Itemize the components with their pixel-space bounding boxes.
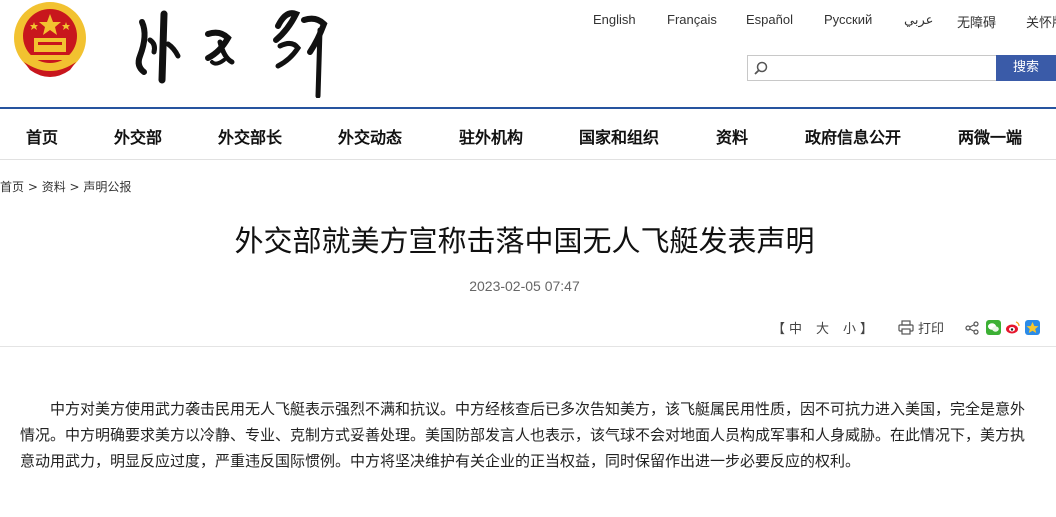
search-button[interactable]: 搜索 bbox=[996, 55, 1056, 81]
accessibility-link[interactable]: 无障碍 bbox=[957, 12, 996, 31]
nav-item-minister[interactable]: 外交部长 bbox=[218, 124, 282, 148]
nav-item-activities[interactable]: 外交动态 bbox=[338, 124, 402, 148]
nav-item-gov-info[interactable]: 政府信息公开 bbox=[805, 124, 901, 148]
nav-item-countries[interactable]: 国家和组织 bbox=[579, 124, 659, 148]
breadcrumb-separator: > bbox=[24, 180, 42, 194]
nav-item-resources[interactable]: 资料 bbox=[716, 124, 748, 148]
breadcrumb-resources[interactable]: 资料 bbox=[42, 180, 66, 194]
article-title: 外交部就美方宣称击落中国无人飞艇发表声明 bbox=[234, 224, 815, 258]
header-divider bbox=[0, 107, 1056, 109]
breadcrumb: 首页 > 资料 > 声明公报 bbox=[0, 178, 131, 195]
print-button[interactable]: 打印 bbox=[918, 318, 944, 337]
breadcrumb-home[interactable]: 首页 bbox=[0, 180, 24, 194]
nav-item-ministry[interactable]: 外交部 bbox=[114, 124, 162, 148]
font-size-medium-button[interactable]: 中 bbox=[789, 318, 802, 337]
search-input[interactable] bbox=[772, 59, 986, 79]
content-divider bbox=[0, 346, 1056, 347]
nav-item-home[interactable]: 首页 bbox=[26, 124, 58, 148]
weibo-icon[interactable] bbox=[1005, 320, 1020, 335]
search-box bbox=[747, 55, 997, 81]
font-size-bracket-close: 】 bbox=[860, 322, 874, 337]
lang-arabic-link[interactable]: عربي bbox=[904, 12, 933, 28]
language-bar: English Français Español Русский عربي 无障… bbox=[0, 12, 1056, 32]
font-size-large-button[interactable]: 大 bbox=[816, 318, 829, 337]
lang-english-link[interactable]: English bbox=[593, 12, 636, 27]
share-icon[interactable] bbox=[965, 321, 979, 335]
article-date: 2023-02-05 07:47 bbox=[469, 278, 580, 294]
wechat-icon[interactable] bbox=[986, 320, 1001, 335]
printer-icon[interactable] bbox=[898, 320, 914, 335]
lang-russian-link[interactable]: Русский bbox=[824, 12, 872, 27]
elderly-care-link[interactable]: 关怀版 bbox=[1026, 12, 1056, 31]
qzone-icon[interactable] bbox=[1025, 320, 1040, 335]
breadcrumb-separator: > bbox=[65, 180, 84, 194]
article-paragraph: 中方对美方使用武力袭击民用无人飞艇表示强烈不满和抗议。中方经核查后已多次告知美方… bbox=[20, 400, 1026, 470]
nav-item-social[interactable]: 两微一端 bbox=[958, 124, 1022, 148]
breadcrumb-statements[interactable]: 声明公报 bbox=[83, 180, 131, 194]
nav-divider bbox=[0, 159, 1056, 160]
nav-item-missions[interactable]: 驻外机构 bbox=[459, 124, 523, 148]
font-size-bracket-open: 【 bbox=[772, 322, 786, 337]
search-icon bbox=[754, 61, 768, 75]
lang-spanish-link[interactable]: Español bbox=[746, 12, 793, 27]
lang-french-link[interactable]: Français bbox=[667, 12, 717, 27]
font-size-small-button[interactable]: 小 bbox=[843, 318, 856, 337]
